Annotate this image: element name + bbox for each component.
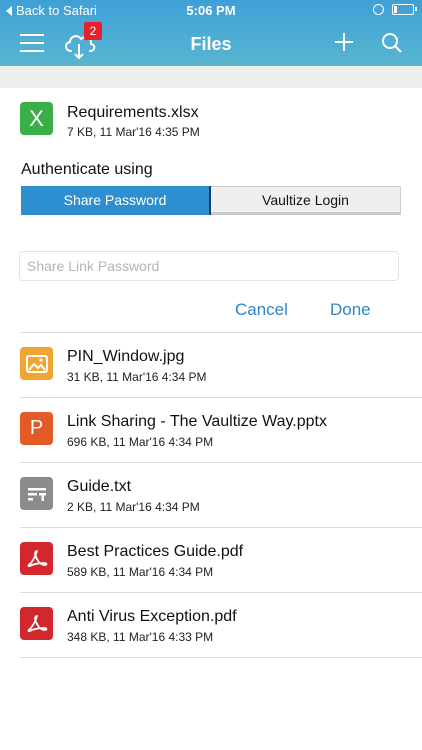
- done-button[interactable]: Done: [330, 300, 371, 320]
- vaultize-login-segment[interactable]: Vaultize Login: [211, 186, 401, 215]
- share-password-segment[interactable]: Share Password: [21, 186, 211, 215]
- selected-file[interactable]: X Requirements.xlsx 7 KB, 11 Mar'16 4:35…: [0, 98, 422, 148]
- file-meta: 31 KB, 11 Mar'16 4:34 PM: [67, 370, 207, 384]
- file-name: Best Practices Guide.pdf: [67, 543, 244, 560]
- status-bar: Back to Safari 5:06 PM: [0, 0, 422, 22]
- file-name: Link Sharing - The Vaultize Way.pptx: [67, 413, 327, 430]
- excel-icon-letter: X: [29, 105, 44, 131]
- powerpoint-icon: P: [20, 412, 53, 445]
- list-item[interactable]: Guide.txt 2 KB, 11 Mar'16 4:34 PM: [0, 463, 422, 527]
- app-header: Back to Safari 5:06 PM 2 Files: [0, 0, 422, 66]
- text-file-icon: [20, 477, 53, 510]
- status-indicators: [373, 4, 417, 15]
- page-title: Files: [190, 34, 232, 54]
- powerpoint-icon-letter: P: [29, 417, 44, 439]
- pdf-icon: [20, 542, 53, 575]
- file-meta: 348 KB, 11 Mar'16 4:33 PM: [67, 630, 214, 644]
- file-meta: 589 KB, 11 Mar'16 4:34 PM: [67, 565, 214, 579]
- cancel-button[interactable]: Cancel: [235, 300, 288, 320]
- divider: [20, 657, 422, 658]
- add-icon[interactable]: [333, 31, 355, 53]
- header-separator: [0, 66, 422, 88]
- status-time: 5:06 PM: [186, 3, 236, 18]
- excel-icon: X: [20, 102, 53, 135]
- battery-level: [394, 6, 398, 13]
- auth-method-segmented-control: Share Password Vaultize Login: [21, 186, 401, 215]
- file-name: Anti Virus Exception.pdf: [67, 608, 237, 625]
- file-name: PIN_Window.jpg: [67, 348, 185, 365]
- list-item[interactable]: Best Practices Guide.pdf 589 KB, 11 Mar'…: [0, 528, 422, 592]
- list-item[interactable]: PIN_Window.jpg 31 KB, 11 Mar'16 4:34 PM: [0, 333, 422, 397]
- list-item[interactable]: P Link Sharing - The Vaultize Way.pptx 6…: [0, 398, 422, 462]
- file-name: Guide.txt: [67, 478, 132, 495]
- battery-icon: [392, 4, 417, 15]
- image-icon: [20, 347, 53, 380]
- file-meta: 2 KB, 11 Mar'16 4:34 PM: [67, 500, 200, 514]
- rotation-lock-icon: [373, 4, 384, 15]
- authenticate-label: Authenticate using: [21, 161, 153, 178]
- pdf-icon: [20, 607, 53, 640]
- selected-file-name: Requirements.xlsx: [67, 104, 199, 121]
- share-link-password-input[interactable]: [19, 251, 399, 281]
- search-icon[interactable]: [381, 32, 403, 54]
- navigation-bar: 2 Files: [0, 22, 422, 66]
- list-item[interactable]: Anti Virus Exception.pdf 348 KB, 11 Mar'…: [0, 593, 422, 657]
- selected-file-meta: 7 KB, 11 Mar'16 4:35 PM: [67, 125, 200, 139]
- file-meta: 696 KB, 11 Mar'16 4:34 PM: [67, 435, 214, 449]
